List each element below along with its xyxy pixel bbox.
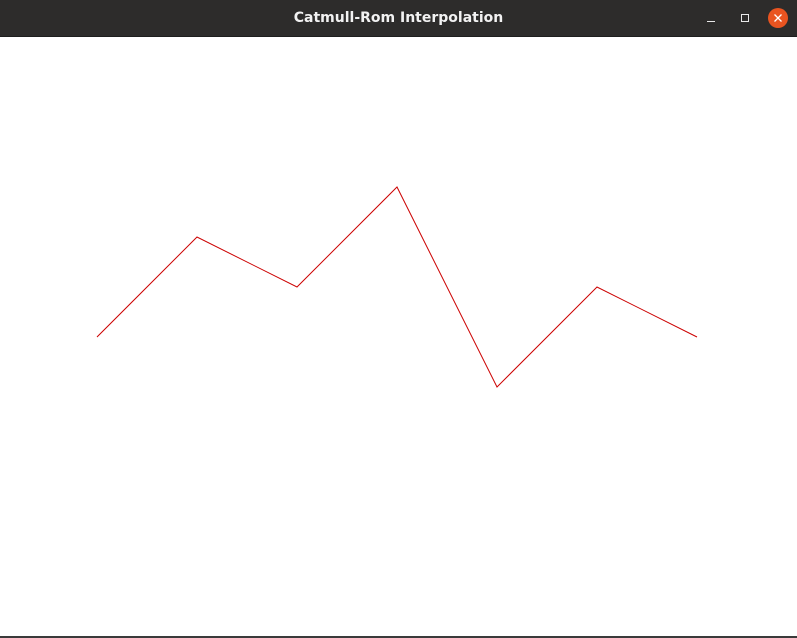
close-icon [774,14,782,22]
minimize-icon [707,21,715,22]
app-window: Catmull-Rom Interpolation [0,0,797,638]
title-bar[interactable]: Catmull-Rom Interpolation [0,0,797,37]
close-button[interactable] [768,8,788,28]
minimize-button[interactable] [701,8,721,28]
drawing-canvas [0,37,797,637]
catmull-rom-curve [96,186,698,388]
maximize-button[interactable] [735,8,755,28]
maximize-icon [741,14,749,22]
window-title: Catmull-Rom Interpolation [293,10,504,26]
curve-svg [96,186,698,388]
